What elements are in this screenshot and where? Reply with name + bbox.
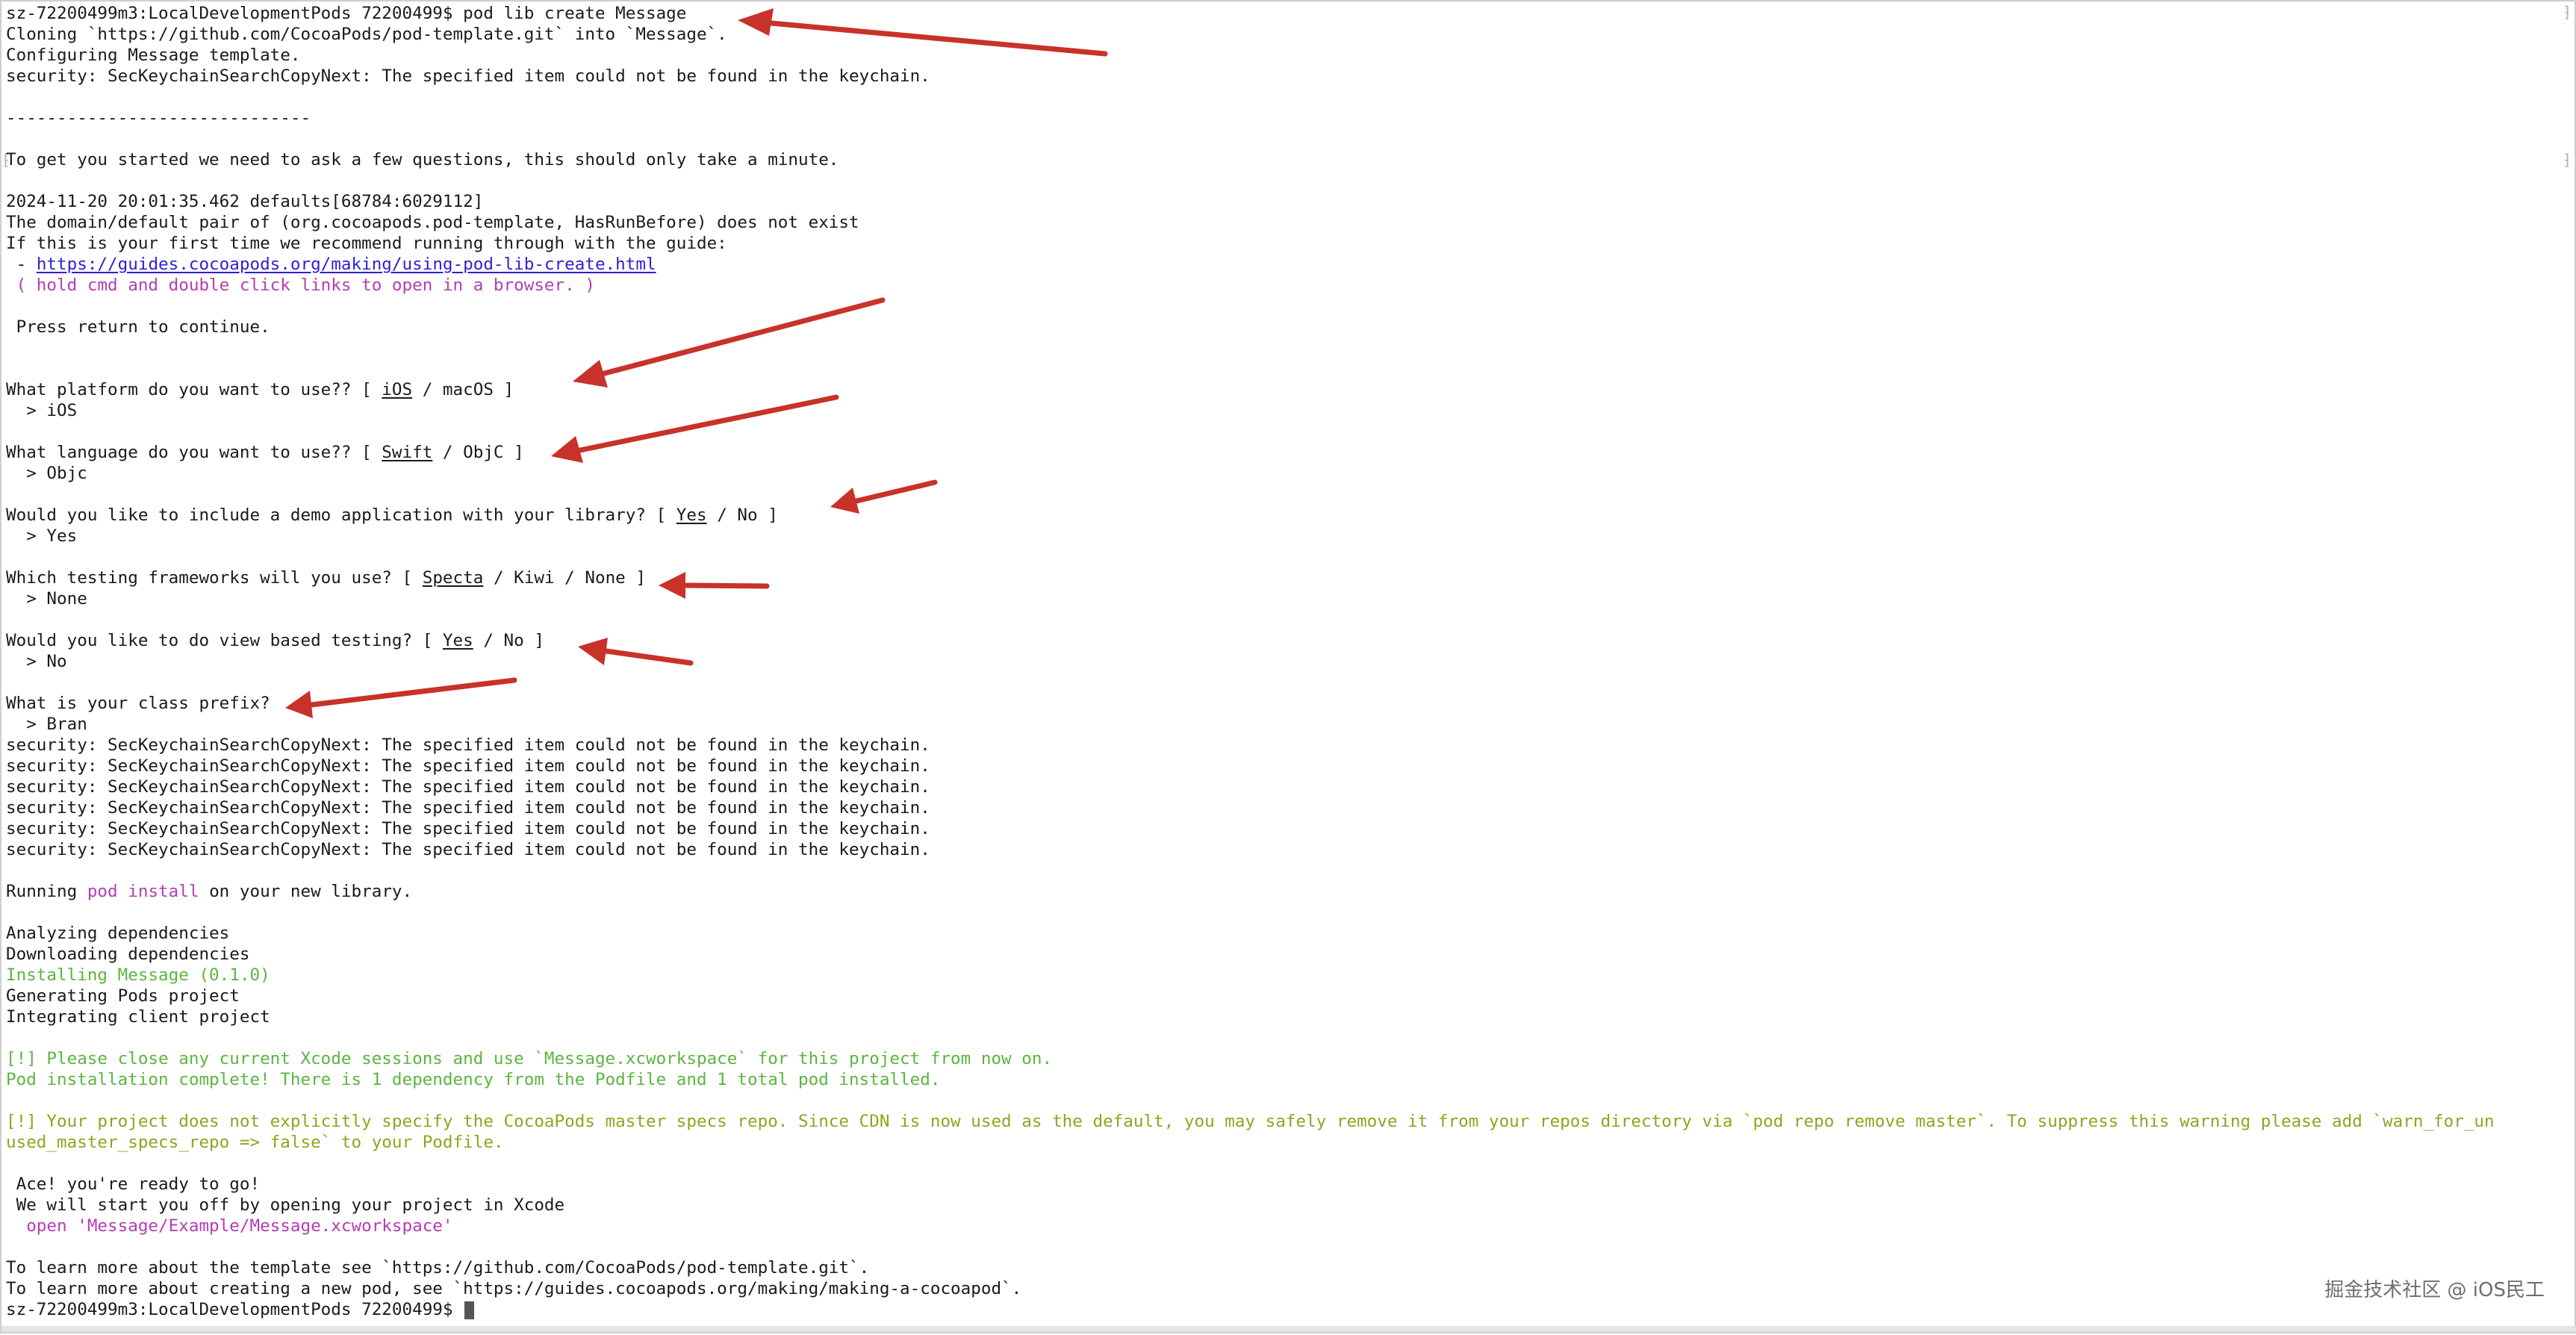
installing-line: Installing Message (0.1.0) [6,965,270,985]
security-error-line: security: SecKeychainSearchCopyNext: The… [6,840,930,859]
master-specs-warning-1: [!] Your project does not explicitly spe… [6,1112,2495,1131]
answer-language: > Objc [6,464,87,483]
command-line: sz-72200499m3:LocalDevelopmentPods 72200… [6,3,2495,24]
master-specs-warning-2: used_master_specs_repo => false` to your… [6,1133,504,1152]
watermark: 掘金技术社区 @ iOS民工 [2324,1279,2545,1301]
scroll-marker-top-right: ⁆ [2562,3,2572,21]
text-cursor [464,1301,475,1319]
answer-view-testing: > No [6,652,67,671]
install-complete-line: Pod installation complete! There is 1 de… [6,1070,941,1089]
defaults-log-line: 2024-11-20 20:01:35.462 defaults[68784:6… [6,192,484,211]
guide-link-line: - https://guides.cocoapods.org/making/us… [6,255,656,274]
pod-install-command: pod install [87,882,199,901]
output-line: Configuring Message template. [6,46,301,65]
output-line: Downloading dependencies [6,945,250,964]
answer-demo: > Yes [6,526,78,546]
question-prefix: What is your class prefix? [6,694,270,713]
output-line: Analyzing dependencies [6,924,230,943]
question-platform: What platform do you want to use?? [ iOS… [6,380,514,399]
question-testing: Which testing frameworks will you use? [… [6,568,646,588]
running-pod-install-line: Running pod install on your new library. [6,882,413,901]
final-prompt-line[interactable]: sz-72200499m3:LocalDevelopmentPods 72200… [6,1299,2495,1320]
security-error-line: security: SecKeychainSearchCopyNext: The… [6,798,930,818]
answer-testing: > None [6,589,87,609]
terminal-output: sz-72200499m3:LocalDevelopmentPods 72200… [6,3,2495,1320]
shell-prompt: sz-72200499m3:LocalDevelopmentPods 72200… [6,1300,464,1319]
security-error-line: security: SecKeychainSearchCopyNext: The… [6,735,930,755]
open-command-line: open 'Message/Example/Message.xcworkspac… [6,1216,453,1236]
answer-platform: > iOS [6,401,78,420]
separator-line: ------------------------------ [6,108,311,128]
guide-link[interactable]: https://guides.cocoapods.org/making/usin… [37,255,656,274]
question-view-testing: Would you like to do view based testing?… [6,631,544,650]
security-error-line: security: SecKeychainSearchCopyNext: The… [6,819,930,838]
window-bottom-edge [1,1326,2576,1332]
start-off-line: We will start you off by opening your pr… [6,1195,565,1215]
output-line: Cloning `https://github.com/CocoaPods/po… [6,25,727,44]
default-option: Yes [442,631,473,650]
default-option: Specta [422,568,484,588]
learn-template-line: To learn more about the template see `ht… [6,1258,870,1278]
learn-pod-line: To learn more about creating a new pod, … [6,1279,1022,1298]
security-error-line: security: SecKeychainSearchCopyNext: The… [6,756,930,776]
scroll-marker-right: ⁆ [2562,151,2572,169]
output-line: The domain/default pair of (org.cocoapod… [6,213,859,232]
shell-prompt: sz-72200499m3:LocalDevelopmentPods 72200… [6,4,464,23]
output-line: If this is your first time we recommend … [6,234,727,253]
answer-prefix: > Bran [6,715,87,734]
entered-command: pod lib create Message [463,4,687,23]
security-error-line: security: SecKeychainSearchCopyNext: The… [6,66,930,86]
default-option: Swift [382,443,433,462]
question-demo: Would you like to include a demo applica… [6,505,778,525]
default-option: Yes [676,505,707,525]
close-xcode-warning: [!] Please close any current Xcode sessi… [6,1049,1053,1068]
output-line: Generating Pods project [6,986,240,1006]
hint-line: ( hold cmd and double click links to ope… [6,276,595,295]
question-language: What language do you want to use?? [ Swi… [6,443,524,462]
security-error-line: security: SecKeychainSearchCopyNext: The… [6,777,930,797]
output-line: Integrating client project [6,1007,270,1027]
intro-line: To get you started we need to ask a few … [6,150,839,169]
terminal-window[interactable]: ⁆ ⁅ ⁆ sz-72200499m3:LocalDevelopmentPods… [0,0,2576,1334]
ace-line: Ace! you're ready to go! [6,1174,261,1194]
default-option: iOS [382,380,413,399]
press-return-line: Press return to continue. [6,317,270,337]
